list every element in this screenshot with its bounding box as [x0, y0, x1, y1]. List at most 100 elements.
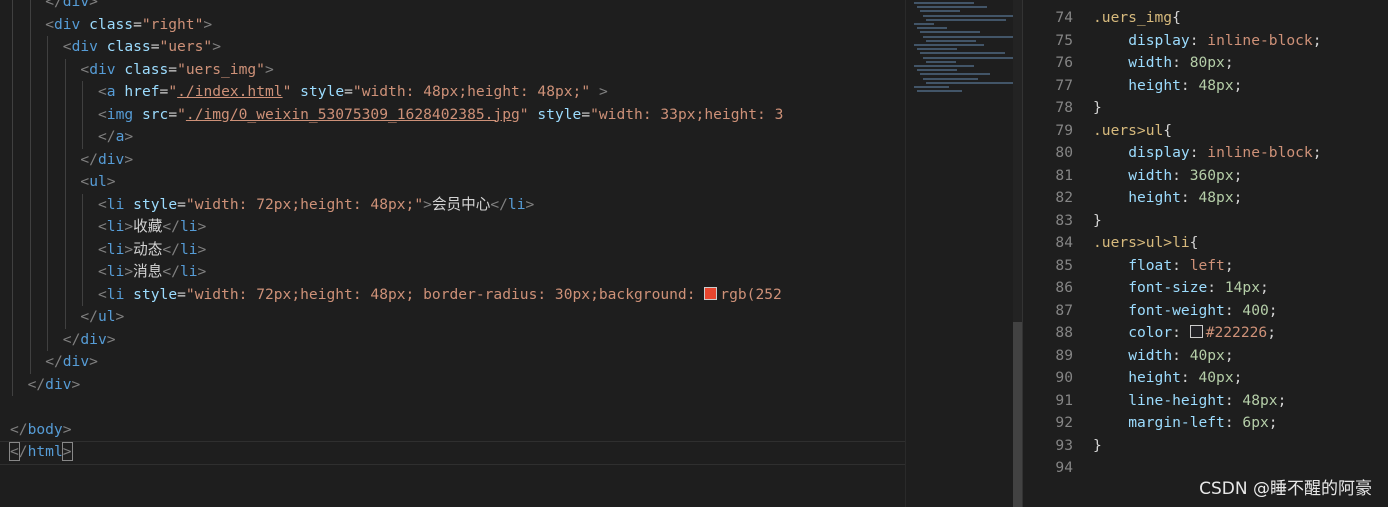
css-code-line[interactable]: 78}: [1023, 97, 1102, 120]
css-code-line[interactable]: 84 .uers>ul>li{: [1023, 232, 1198, 255]
css-code-line[interactable]: 82 height: 48px;: [1023, 187, 1242, 210]
code-token: div: [71, 38, 98, 55]
color-swatch-icon[interactable]: [1189, 325, 1203, 338]
code-token: >: [203, 15, 213, 33]
code-token: "width: 33px;height: 3: [590, 105, 784, 123]
minimap-line: [917, 27, 947, 30]
css-code-line[interactable]: 76 width: 80px;: [1023, 52, 1233, 75]
minimap-line: [914, 44, 984, 46]
indent-guide: [82, 238, 84, 261]
css-code-line[interactable]: 77 height: 48px;: [1023, 75, 1242, 98]
css-editor-pane[interactable]: 74 .uers_img{75 display: inline-block; 76 wi…: [1022, 0, 1388, 507]
minimap-line: [917, 90, 962, 93]
minimap[interactable]: [905, 0, 1014, 507]
code-line[interactable]: </div>: [0, 0, 98, 14]
minimap-line: [920, 73, 990, 76]
code-line[interactable]: <li>消息</li>: [0, 261, 206, 284]
scrollbar-thumb[interactable]: [1013, 322, 1022, 507]
indent-guide: [29, 36, 31, 59]
indent-guide: [29, 13, 31, 36]
vertical-scrollbar[interactable]: [1013, 0, 1022, 507]
css-code-line[interactable]: 92 margin-left: 6px;: [1023, 412, 1277, 435]
code-token: 80px: [1189, 54, 1225, 71]
indent-guide: [64, 58, 66, 81]
code-line[interactable]: </a>: [0, 126, 133, 149]
code-token: div: [62, 353, 90, 370]
code-line[interactable]: <li>收藏</li>: [0, 216, 206, 239]
code-line[interactable]: <a href="./index.html" style="width: 48p…: [0, 81, 608, 104]
code-token: ./img/0_weixin_53075309_1628402385.jpg: [185, 105, 520, 123]
code-token: </: [27, 375, 46, 393]
code-line[interactable]: <div class="uers_img">: [0, 59, 273, 82]
css-code-line[interactable]: 79 .uers>ul{: [1023, 120, 1172, 143]
code-token: >: [423, 195, 432, 213]
code-line[interactable]: <div class="right">: [0, 14, 212, 37]
css-code-line[interactable]: 88 color: #222226;: [1023, 322, 1276, 345]
code-token: style: [133, 285, 178, 303]
indent-guide: [47, 328, 49, 351]
code-token: =: [168, 60, 178, 78]
code-line[interactable]: <li>动态</li>: [0, 239, 206, 262]
css-code-line[interactable]: 87 font-weight: 400;: [1023, 300, 1277, 323]
css-code-line[interactable]: 85 float: left;: [1023, 255, 1233, 278]
indent-guide: [29, 193, 31, 216]
code-line[interactable]: </body>: [0, 419, 72, 442]
html-editor-pane[interactable]: </div> <div class="right"> <div class="uer…: [0, 0, 905, 507]
code-token: <: [98, 195, 107, 213]
code-token: 48px: [1198, 76, 1234, 94]
code-token: li: [179, 240, 198, 258]
code-token: ;: [1233, 76, 1243, 94]
indent-guide: [12, 148, 13, 171]
css-code-line[interactable]: 91 line-height: 48px;: [1023, 390, 1286, 413]
code-token: >: [106, 330, 116, 348]
code-line[interactable]: <ul>: [0, 171, 115, 194]
css-code-line[interactable]: 90 height: 40px;: [1023, 367, 1242, 390]
code-line[interactable]: </ul>: [0, 306, 124, 329]
code-line[interactable]: [0, 396, 10, 419]
code-line[interactable]: <img src="./img/0_weixin_53075309_162840…: [0, 104, 783, 127]
code-token: }: [1093, 99, 1102, 116]
line-number: 89: [1055, 346, 1073, 364]
css-code-line[interactable]: 93}: [1023, 435, 1101, 458]
line-number: 91: [1055, 391, 1073, 409]
code-token: 会员中心: [431, 195, 491, 213]
code-line[interactable]: </div>: [0, 149, 133, 172]
code-line[interactable]: </div>: [0, 351, 98, 374]
code-token: .uers>ul>li: [1093, 234, 1190, 251]
code-token: >: [197, 263, 207, 280]
code-token: {: [1163, 121, 1173, 139]
css-code-line[interactable]: 75 display: inline-block;: [1023, 30, 1321, 53]
css-code-line[interactable]: 86 font-size: 14px;: [1023, 277, 1268, 300]
minimap-line: [923, 77, 978, 80]
css-code-line[interactable]: 80 display: inline-block;: [1023, 142, 1321, 165]
css-code-line[interactable]: 94: [1023, 457, 1093, 480]
css-code-line[interactable]: 81 width: 360px;: [1023, 165, 1242, 188]
code-token: =: [177, 285, 186, 303]
code-token: inline-block: [1207, 144, 1313, 161]
code-token: ;: [1233, 166, 1243, 184]
color-swatch-icon[interactable]: [704, 286, 718, 300]
css-code-line[interactable]: 89 width: 40px;: [1023, 345, 1233, 368]
code-token: 360px: [1189, 166, 1234, 184]
code-token: img: [106, 105, 134, 123]
css-code-line[interactable]: 74 .uers_img{: [1023, 7, 1180, 30]
css-code-line[interactable]: 83}: [1023, 210, 1101, 233]
code-line[interactable]: <li style="width: 72px;height: 48px;">会员…: [0, 194, 534, 217]
line-number: 94: [1055, 459, 1073, 476]
indent-guide: [64, 283, 66, 306]
code-token: >: [115, 308, 125, 325]
line-number: 92: [1055, 414, 1073, 431]
code-token: /: [18, 443, 28, 460]
indent-guide: [47, 261, 49, 284]
code-line[interactable]: </html>: [0, 441, 73, 464]
code-line[interactable]: <li style="width: 72px;height: 48px; bor…: [0, 284, 782, 307]
code-token: .uers>ul: [1093, 121, 1164, 139]
indent-guide: [12, 0, 13, 14]
watermark: CSDN @睡不醒的阿豪: [1199, 479, 1372, 499]
code-line[interactable]: <div class="uers">: [0, 36, 221, 59]
code-line[interactable]: </div>: [0, 329, 116, 352]
